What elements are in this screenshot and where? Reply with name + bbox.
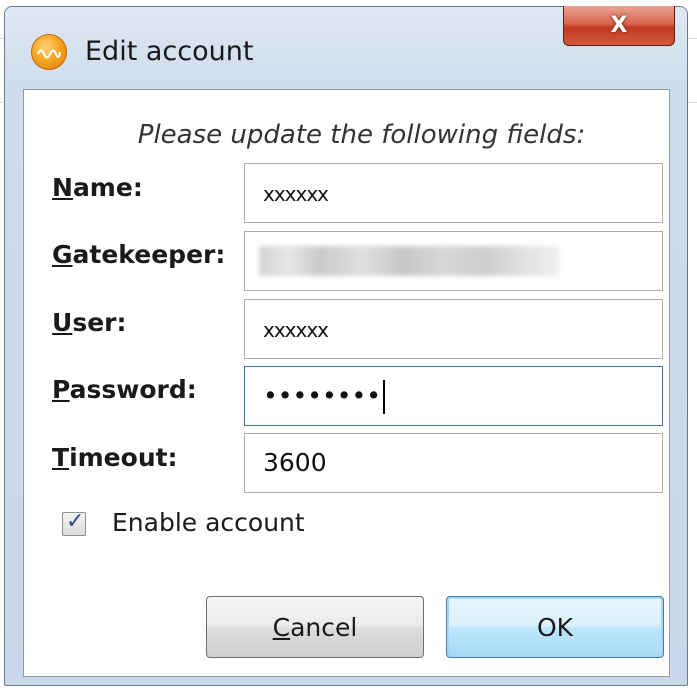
gatekeeper-field[interactable] <box>244 231 663 291</box>
title-bar[interactable]: Edit account X <box>5 6 687 89</box>
user-field[interactable]: xxxxxx <box>244 299 663 359</box>
user-label: User: <box>52 308 127 337</box>
redacted-value <box>259 246 559 276</box>
dialog-body: Please update the following fields: Name… <box>23 89 670 677</box>
password-label: Password: <box>52 375 197 404</box>
ok-button[interactable]: OK <box>446 596 664 658</box>
timeout-label: Timeout: <box>52 443 178 472</box>
cancel-button[interactable]: Cancel <box>206 596 424 658</box>
enable-account-label[interactable]: Enable account <box>112 508 305 537</box>
close-button[interactable]: X <box>563 6 675 46</box>
password-field[interactable]: •••••••• <box>244 366 663 426</box>
close-icon: X <box>610 13 628 38</box>
window-title: Edit account <box>85 36 254 67</box>
checkmark-icon: ✓ <box>66 509 85 534</box>
gatekeeper-label: Gatekeeper: <box>52 240 226 269</box>
timeout-field[interactable]: 3600 <box>244 433 663 493</box>
enable-account-checkbox[interactable]: ✓ <box>62 509 86 536</box>
edit-account-dialog: Edit account X Please update the followi… <box>4 6 688 686</box>
instruction-text: Please update the following fields: <box>137 120 586 150</box>
name-label: Name: <box>52 173 143 202</box>
name-field[interactable]: xxxxxx <box>244 163 663 223</box>
text-caret <box>382 380 385 414</box>
app-logo-icon <box>31 34 67 70</box>
